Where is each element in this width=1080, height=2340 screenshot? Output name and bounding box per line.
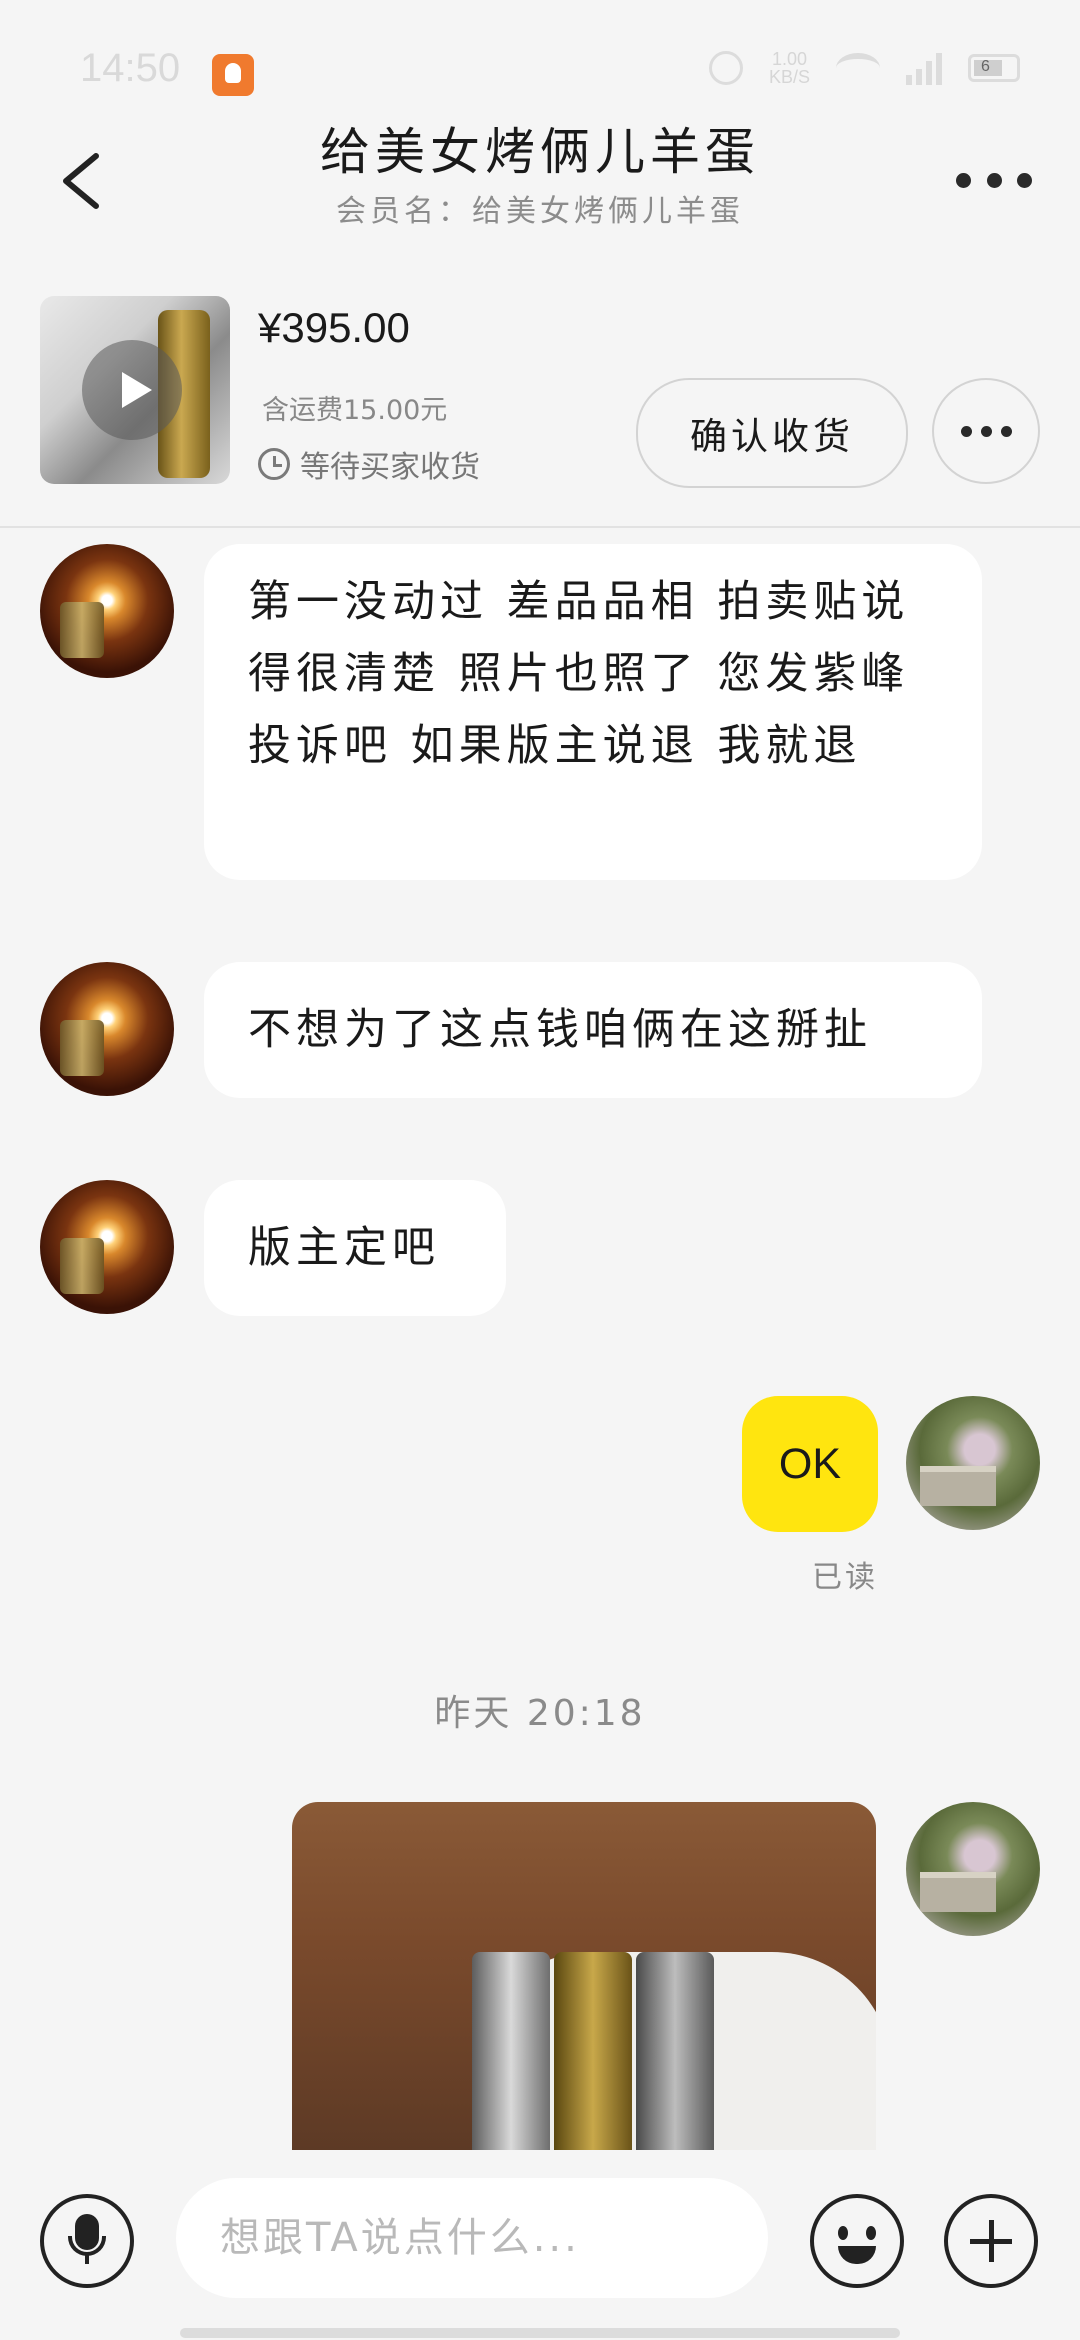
network-speed: 1.00 KB/S bbox=[768, 49, 810, 87]
order-card: ¥395.00 含运费15.00元 等待买家收货 确认收货 bbox=[0, 270, 1080, 528]
battery-icon: 6 bbox=[968, 54, 1020, 82]
emoji-icon[interactable] bbox=[810, 2194, 904, 2288]
order-status-text: 等待买家收货 bbox=[300, 450, 480, 485]
message-timestamp: 昨天 20:18 bbox=[434, 1693, 646, 1734]
mic-stand-icon bbox=[68, 2236, 106, 2264]
play-icon[interactable] bbox=[82, 340, 182, 440]
my-avatar[interactable] bbox=[906, 1802, 1040, 1936]
confirm-receipt-button[interactable]: 确认收货 bbox=[636, 378, 908, 488]
app-notification-icon bbox=[212, 54, 254, 96]
home-indicator bbox=[180, 2328, 900, 2338]
plus-icon[interactable] bbox=[944, 2194, 1038, 2288]
order-status: 等待买家收货 bbox=[258, 442, 480, 486]
voice-button[interactable] bbox=[40, 2194, 134, 2288]
avatar[interactable] bbox=[40, 962, 174, 1096]
status-time: 14:50 bbox=[80, 46, 181, 90]
wifi-icon bbox=[836, 53, 880, 83]
image-lighter bbox=[472, 1952, 550, 2150]
avatar[interactable] bbox=[40, 544, 174, 678]
more-options-icon[interactable] bbox=[956, 168, 1032, 192]
status-bar: 14:50 1.00 KB/S 6 bbox=[0, 0, 1080, 110]
product-thumbnail[interactable] bbox=[40, 296, 230, 484]
my-avatar[interactable] bbox=[906, 1396, 1040, 1530]
message-bubble[interactable]: 版主定吧 bbox=[204, 1180, 506, 1316]
image-message[interactable] bbox=[292, 1802, 876, 2150]
message-bubble[interactable]: 第一没动过 差品品相 拍卖贴说得很清楚 照片也照了 您发紫峰投诉吧 如果版主说退… bbox=[204, 544, 982, 880]
signal-icon bbox=[906, 51, 942, 85]
member-name: 会员名：给美女烤俩儿羊蛋 bbox=[336, 194, 744, 229]
status-icons: 1.00 KB/S 6 bbox=[708, 49, 1020, 87]
alarm-icon bbox=[708, 51, 743, 85]
page-title: 给美女烤俩儿羊蛋 bbox=[320, 123, 760, 181]
order-more-icon[interactable] bbox=[932, 378, 1040, 484]
message-bubble[interactable]: 不想为了这点钱咱俩在这掰扯 bbox=[204, 962, 982, 1098]
message-input[interactable] bbox=[176, 2178, 768, 2298]
input-bar bbox=[0, 2170, 1080, 2340]
image-lighter bbox=[554, 1952, 632, 2150]
shipping-fee: 含运费15.00元 bbox=[262, 395, 448, 426]
read-receipt: 已读 bbox=[812, 1560, 878, 1595]
order-price: ¥395.00 bbox=[258, 304, 410, 351]
avatar[interactable] bbox=[40, 1180, 174, 1314]
clock-icon bbox=[258, 448, 290, 480]
my-message-bubble[interactable]: OK bbox=[742, 1396, 878, 1532]
battery-level: 6 bbox=[981, 58, 990, 75]
image-lighter bbox=[636, 1952, 714, 2150]
